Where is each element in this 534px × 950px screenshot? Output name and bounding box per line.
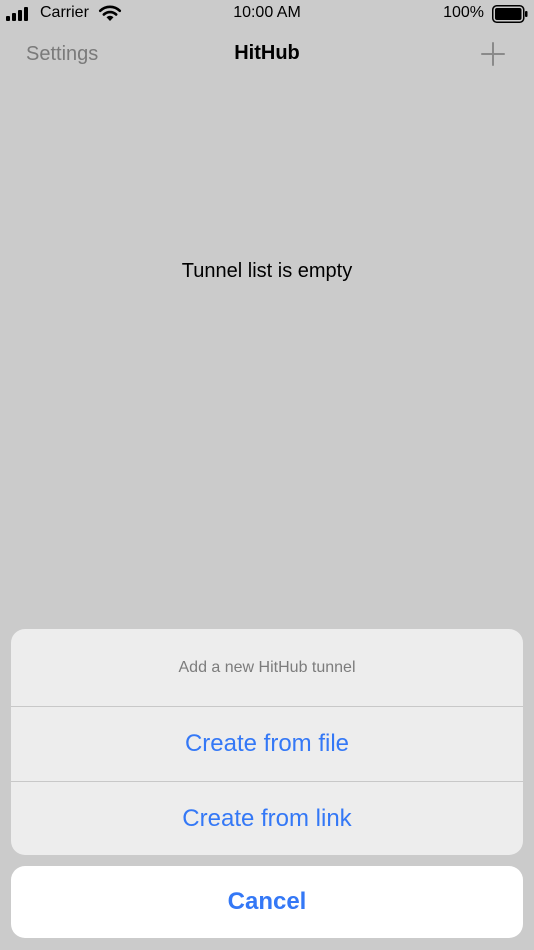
plus-icon[interactable] bbox=[480, 41, 506, 67]
create-from-file-button[interactable]: Create from file bbox=[11, 707, 523, 781]
empty-state-message: Tunnel list is empty bbox=[181, 260, 353, 282]
action-sheet: Add a new HitHub tunnel Create from file… bbox=[11, 629, 523, 855]
cancel-button[interactable]: Cancel bbox=[11, 866, 523, 938]
create-from-link-button[interactable]: Create from link bbox=[11, 781, 523, 855]
navigation-bar: Settings HitHub bbox=[0, 28, 534, 82]
battery-icon bbox=[492, 5, 528, 23]
action-sheet-title: Add a new HitHub tunnel bbox=[11, 629, 523, 707]
battery-percentage: 100% bbox=[443, 4, 484, 21]
page-title: HitHub bbox=[234, 42, 300, 64]
status-bar: Carrier 10:00 AM 100% bbox=[0, 0, 534, 28]
